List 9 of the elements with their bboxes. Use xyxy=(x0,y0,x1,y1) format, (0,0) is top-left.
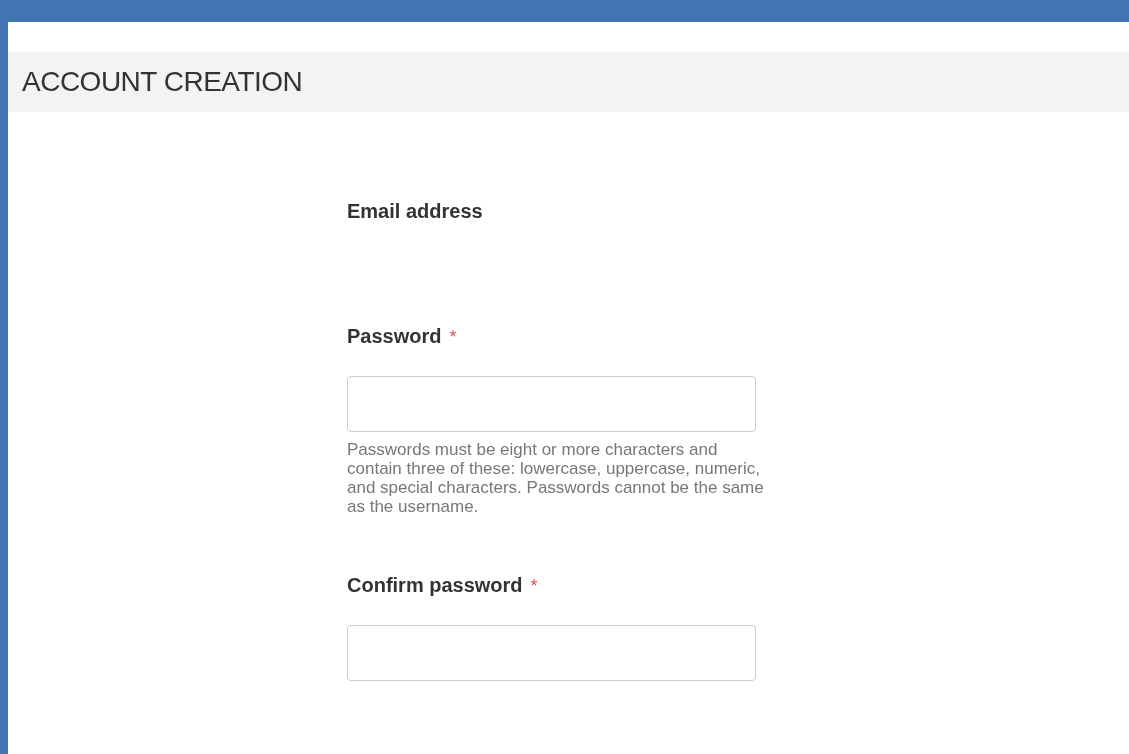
required-mark: * xyxy=(530,576,538,597)
field-label: Email address xyxy=(347,200,483,223)
password-field[interactable] xyxy=(347,625,756,681)
field-label: Confirm password xyxy=(347,574,523,597)
page-title: ACCOUNT CREATION xyxy=(22,66,303,98)
help-text: Passwords must be eight or more characters and contain three of these: lowercase, uppercase, numeric, and special characters. Passwords cannot be the same as the username. xyxy=(347,440,765,516)
required-mark: * xyxy=(449,327,457,348)
field-label: Password xyxy=(347,325,442,348)
password-field[interactable] xyxy=(347,376,756,432)
